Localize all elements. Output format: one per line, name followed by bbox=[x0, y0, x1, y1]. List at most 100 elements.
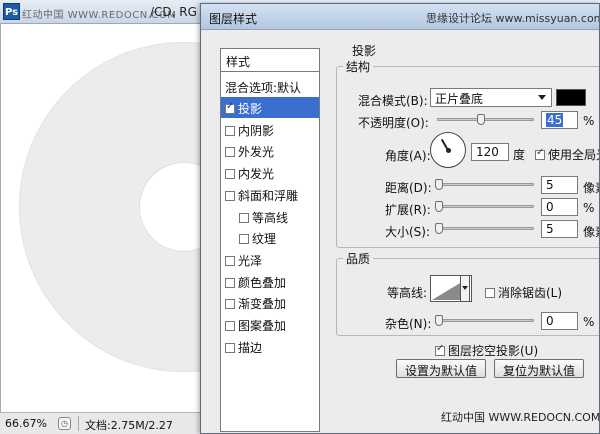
photoshop-logo-icon: Ps bbox=[3, 3, 20, 20]
section-title-drop-shadow: 投影 bbox=[352, 44, 377, 58]
style-checkbox[interactable] bbox=[225, 299, 235, 309]
style-item-label: 等高线 bbox=[252, 211, 289, 225]
global-light-checkbox[interactable] bbox=[535, 147, 545, 160]
make-default-button[interactable]: 设置为默认值 bbox=[396, 359, 486, 378]
opacity-label: 不透明度(O): bbox=[358, 116, 429, 130]
style-checkbox[interactable] bbox=[225, 169, 235, 179]
global-light-label: 使用全局光 bbox=[548, 148, 599, 162]
style-item-1[interactable]: 投影 bbox=[221, 97, 319, 118]
style-checkbox[interactable] bbox=[225, 101, 235, 114]
style-checkbox[interactable] bbox=[225, 256, 235, 266]
style-checkbox[interactable] bbox=[225, 126, 235, 136]
noise-label: 杂色(N): bbox=[385, 317, 432, 331]
document-canvas[interactable] bbox=[0, 24, 205, 412]
style-item-8[interactable]: 光泽 bbox=[221, 249, 319, 270]
opacity-unit: % bbox=[583, 114, 595, 128]
distance-input[interactable]: 5 bbox=[541, 176, 578, 194]
style-item-label: 图案叠加 bbox=[238, 319, 287, 333]
style-item-label: 颜色叠加 bbox=[238, 276, 287, 290]
zoom-level[interactable]: 66.67% bbox=[5, 417, 47, 430]
dialog-titlebar[interactable]: 图层样式 思缘设计论坛 www.missyuan.com bbox=[201, 4, 600, 30]
angle-dial-hand bbox=[440, 139, 449, 152]
structure-group-title: 结构 bbox=[343, 58, 374, 75]
opacity-slider-thumb[interactable] bbox=[477, 114, 485, 125]
size-input[interactable]: 5 bbox=[541, 220, 578, 238]
style-item-label: 内阴影 bbox=[238, 124, 275, 138]
styles-list-panel: 样式 混合选项:默认 投影内阴影外发光内发光斜面和浮雕等高线纹理光泽颜色叠加渐变… bbox=[220, 48, 320, 432]
style-item-label: 渐变叠加 bbox=[238, 297, 287, 311]
opacity-input[interactable]: 45 bbox=[541, 111, 578, 129]
style-item-label: 外发光 bbox=[238, 145, 275, 159]
shadow-color-swatch[interactable] bbox=[556, 89, 586, 106]
style-checkbox[interactable] bbox=[225, 147, 235, 157]
opacity-slider-track[interactable] bbox=[437, 118, 534, 121]
noise-slider-thumb[interactable] bbox=[435, 315, 443, 326]
spread-slider-track[interactable] bbox=[437, 205, 534, 208]
contour-label: 等高线: bbox=[387, 286, 428, 300]
global-light-option[interactable]: 使用全局光 bbox=[535, 146, 599, 163]
layer-style-dialog: 图层样式 思缘设计论坛 www.missyuan.com 样式 混合选项:默认 … bbox=[200, 3, 600, 434]
knockout-option[interactable]: 图层挖空投影(U) bbox=[435, 342, 538, 359]
noise-slider-track[interactable] bbox=[437, 319, 534, 322]
style-item-3[interactable]: 外发光 bbox=[221, 140, 319, 161]
style-checkbox[interactable] bbox=[239, 234, 249, 244]
style-checkbox[interactable] bbox=[225, 343, 235, 353]
distance-label: 距离(D): bbox=[385, 181, 432, 195]
size-slider-track[interactable] bbox=[437, 227, 534, 230]
anti-alias-label: 消除锯齿(L) bbox=[498, 286, 563, 300]
spread-input[interactable]: 0 bbox=[541, 198, 578, 216]
blend-mode-select[interactable]: 正片叠底 bbox=[430, 88, 552, 107]
contour-dropdown-arrow[interactable] bbox=[460, 275, 470, 302]
distance-unit: 像素 bbox=[583, 181, 599, 195]
noise-input[interactable]: 0 bbox=[541, 312, 578, 330]
style-item-label: 光泽 bbox=[238, 254, 263, 268]
reset-default-button[interactable]: 复位为默认值 bbox=[494, 359, 584, 378]
document-title: /CD, RG bbox=[150, 5, 197, 19]
style-item-12[interactable]: 描边 bbox=[221, 336, 319, 357]
style-item-11[interactable]: 图案叠加 bbox=[221, 314, 319, 335]
anti-alias-checkbox[interactable] bbox=[485, 288, 495, 298]
noise-unit: % bbox=[583, 315, 595, 329]
distance-slider-track[interactable] bbox=[437, 183, 534, 186]
style-item-10[interactable]: 渐变叠加 bbox=[221, 292, 319, 313]
style-item-9[interactable]: 颜色叠加 bbox=[221, 271, 319, 292]
size-unit: 像素 bbox=[583, 225, 599, 239]
style-checkbox[interactable] bbox=[225, 191, 235, 201]
dialog-title: 图层样式 bbox=[209, 12, 258, 26]
style-item-6[interactable]: 等高线 bbox=[221, 206, 319, 227]
angle-unit: 度 bbox=[513, 148, 526, 162]
blend-mode-label: 混合模式(B): bbox=[358, 94, 428, 108]
spread-label: 扩展(R): bbox=[385, 203, 431, 217]
style-checkbox[interactable] bbox=[225, 278, 235, 288]
status-divider bbox=[78, 416, 79, 431]
knockout-label: 图层挖空投影(U) bbox=[448, 344, 539, 358]
angle-input[interactable]: 120 bbox=[471, 143, 509, 161]
style-item-label: 投影 bbox=[238, 102, 263, 116]
opacity-value: 45 bbox=[546, 113, 564, 127]
style-checkbox[interactable] bbox=[239, 213, 249, 223]
styles-header[interactable]: 样式 bbox=[221, 49, 319, 72]
size-label: 大小(S): bbox=[385, 225, 431, 239]
document-statusbar: 66.67% ◷ 文档:2.75M/2.27 bbox=[0, 412, 205, 434]
style-item-label: 斜面和浮雕 bbox=[238, 189, 299, 203]
size-slider-thumb[interactable] bbox=[435, 223, 443, 234]
style-item-7[interactable]: 纹理 bbox=[221, 227, 319, 248]
style-checkbox[interactable] bbox=[225, 321, 235, 331]
style-item-5[interactable]: 斜面和浮雕 bbox=[221, 184, 319, 205]
cd-disc-hole bbox=[140, 163, 205, 251]
document-size-readout: 文档:2.75M/2.27 bbox=[85, 419, 173, 432]
knockout-checkbox[interactable] bbox=[435, 343, 445, 356]
blending-options-item[interactable]: 混合选项:默认 bbox=[221, 76, 319, 96]
angle-dial[interactable] bbox=[430, 132, 466, 168]
spread-slider-thumb[interactable] bbox=[435, 201, 443, 212]
style-item-4[interactable]: 内发光 bbox=[221, 162, 319, 183]
style-item-label: 描边 bbox=[238, 341, 263, 355]
cd-disc-artwork bbox=[19, 42, 205, 372]
blend-mode-value: 正片叠底 bbox=[435, 92, 484, 106]
status-info-icon[interactable]: ◷ bbox=[58, 417, 71, 430]
site-watermark: 思缘设计论坛 www.missyuan.com bbox=[426, 12, 600, 25]
style-item-2[interactable]: 内阴影 bbox=[221, 119, 319, 140]
distance-slider-thumb[interactable] bbox=[435, 179, 443, 190]
anti-alias-option[interactable]: 消除锯齿(L) bbox=[485, 284, 562, 301]
style-item-label: 内发光 bbox=[238, 167, 275, 181]
